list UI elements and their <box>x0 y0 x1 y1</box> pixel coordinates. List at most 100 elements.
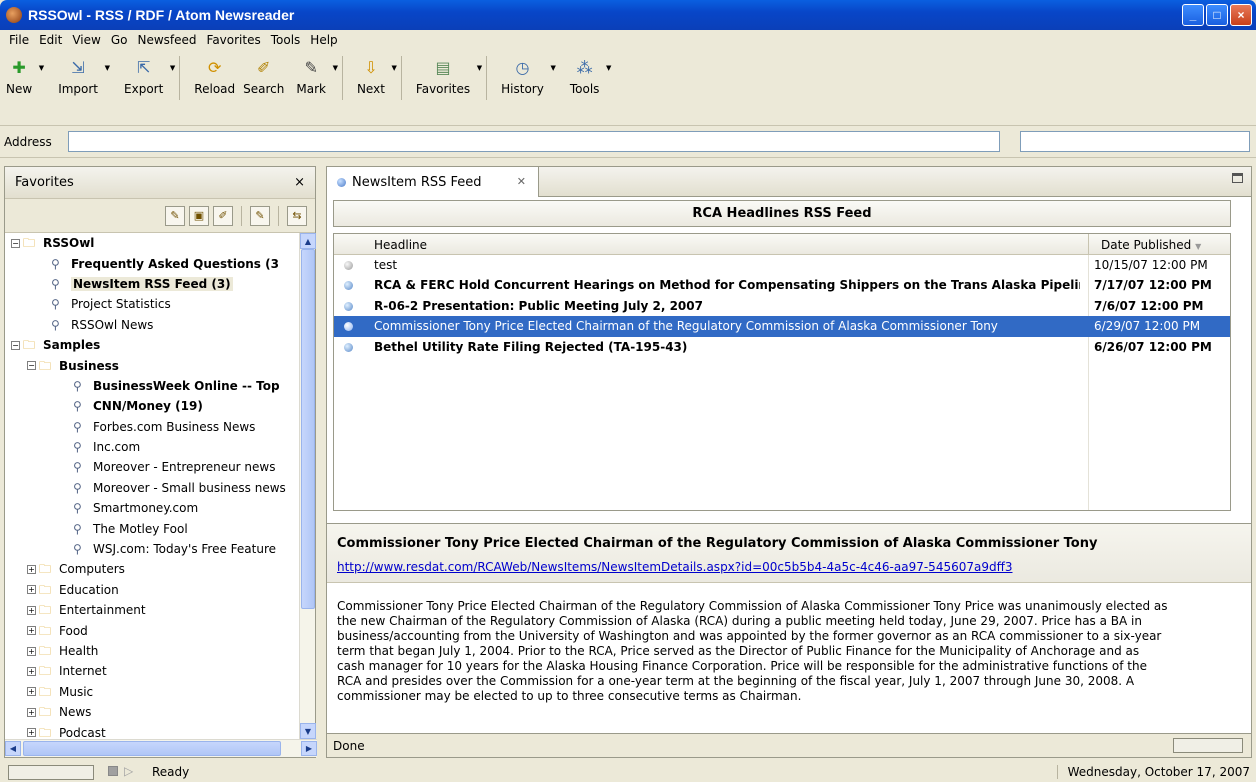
expand-icon[interactable]: + <box>27 646 36 656</box>
address-input[interactable] <box>68 131 1000 152</box>
tree-feed[interactable]: ⚲ Moreover - Entrepreneur news <box>5 457 301 477</box>
expand-icon[interactable]: + <box>27 728 36 738</box>
new-button[interactable]: ✚ New ▼ <box>2 50 44 97</box>
mark-button[interactable]: ✎ Mark ▼ <box>292 50 338 97</box>
tree-feed[interactable]: ⚲ The Motley Fool <box>5 518 301 538</box>
mark-dropdown-icon[interactable]: ▼ <box>333 64 338 72</box>
tree-feed[interactable]: ⚲ Frequently Asked Questions (3 <box>5 253 301 273</box>
menu-newsfeed[interactable]: Newsfeed <box>132 33 201 47</box>
tree-folder[interactable]: − 🗀 Samples <box>5 335 301 355</box>
scrollbar-thumb[interactable] <box>23 741 281 756</box>
tree-folder[interactable]: + 🗀 Podcast <box>5 722 301 739</box>
tab-close-icon[interactable]: ✕ <box>517 175 526 188</box>
menu-tools[interactable]: Tools <box>266 33 306 47</box>
tree-item-label: Moreover - Entrepreneur news <box>93 460 276 475</box>
export-dropdown-icon[interactable]: ▼ <box>170 64 175 72</box>
search-button[interactable]: ✐ Search <box>239 50 288 97</box>
scrollbar-thumb[interactable] <box>301 249 315 609</box>
tree-feed[interactable]: ⚲ BusinessWeek Online -- Top <box>5 376 301 396</box>
expand-icon[interactable]: + <box>27 666 36 676</box>
tree-folder[interactable]: + 🗀 Computers <box>5 559 301 579</box>
collapse-icon[interactable]: − <box>11 340 20 350</box>
new-dropdown-icon[interactable]: ▼ <box>39 64 44 72</box>
menu-file[interactable]: File <box>4 33 34 47</box>
favorites-vertical-scrollbar[interactable]: ▲ ▼ <box>299 233 316 739</box>
menu-favorites[interactable]: Favorites <box>202 33 266 47</box>
new-category-icon[interactable]: ▣ <box>189 205 209 226</box>
expand-icon[interactable]: + <box>27 564 36 574</box>
news-detail-link[interactable]: http://www.resdat.com/RCAWeb/NewsItems/N… <box>337 560 1013 574</box>
favorites-close-icon[interactable]: × <box>294 175 305 190</box>
menu-help[interactable]: Help <box>305 33 342 47</box>
import-button[interactable]: ⇲ Import ▼ <box>54 50 110 97</box>
tree-feed[interactable]: ⚲ CNN/Money (19) <box>5 396 301 416</box>
status-bar: ▷ Ready Wednesday, October 17, 2007 <box>0 762 1256 782</box>
headline-row[interactable]: test 10/15/07 12:00 PM <box>334 255 1230 275</box>
tree-folder[interactable]: + 🗀 Internet <box>5 661 301 681</box>
tree-feed[interactable]: ⚲ Inc.com <box>5 437 301 457</box>
play-icon[interactable]: ▷ <box>124 764 133 778</box>
stop-icon[interactable] <box>108 766 118 776</box>
menu-go[interactable]: Go <box>106 33 133 47</box>
favorites-button[interactable]: ▤ Favorites ▼ <box>412 50 482 97</box>
history-dropdown-icon[interactable]: ▼ <box>550 64 555 72</box>
tree-feed[interactable]: ⚲ WSJ.com: Today's Free Feature <box>5 539 301 559</box>
tree-folder[interactable]: + 🗀 Health <box>5 641 301 661</box>
next-button[interactable]: ⇩ Next ▼ <box>353 50 397 97</box>
favorites-horizontal-scrollbar[interactable]: ◀ ▶ <box>5 739 317 757</box>
new-favorite-icon[interactable]: ✎ <box>165 205 185 226</box>
folder-icon: 🗀 <box>39 623 52 638</box>
import-dropdown-icon[interactable]: ▼ <box>105 64 110 72</box>
tools-button[interactable]: ⁂ Tools ▼ <box>566 50 612 97</box>
mark-favorites-icon[interactable]: ✎ <box>250 205 270 226</box>
tab-newsitem-rss-feed[interactable]: NewsItem RSS Feed ✕ <box>327 167 539 197</box>
collapse-icon[interactable]: − <box>11 238 20 248</box>
tree-feed[interactable]: ⚲ Moreover - Small business news <box>5 478 301 498</box>
headline-row[interactable]: Bethel Utility Rate Filing Rejected (TA-… <box>334 337 1230 357</box>
collapse-icon[interactable]: − <box>27 361 36 371</box>
scroll-up-icon[interactable]: ▲ <box>300 233 316 249</box>
expand-icon[interactable]: + <box>27 687 36 697</box>
headline-row[interactable]: Commissioner Tony Price Elected Chairman… <box>334 316 1230 337</box>
expand-icon[interactable]: + <box>27 605 36 615</box>
favorites-dropdown-icon[interactable]: ▼ <box>477 64 482 72</box>
tree-folder[interactable]: − 🗀 Business <box>5 355 301 375</box>
tree-folder[interactable]: + 🗀 Food <box>5 620 301 640</box>
close-button[interactable]: × <box>1230 4 1252 26</box>
headline-row[interactable]: R-06-2 Presentation: Public Meeting July… <box>334 296 1230 316</box>
tree-item-label: Project Statistics <box>71 297 171 312</box>
expand-icon[interactable]: + <box>27 626 36 636</box>
minimize-button[interactable]: _ <box>1182 4 1204 26</box>
tree-folder[interactable]: − 🗀 RSSOwl <box>5 233 301 253</box>
tree-feed[interactable]: ⚲ NewsItem RSS Feed (3) <box>5 274 301 294</box>
link-with-editor-icon[interactable]: ⇆ <box>287 205 307 226</box>
export-button[interactable]: ⇱ Export ▼ <box>120 50 175 97</box>
tree-feed[interactable]: ⚲ Project Statistics <box>5 294 301 314</box>
menu-view[interactable]: View <box>67 33 105 47</box>
tree-feed[interactable]: ⚲ Forbes.com Business News <box>5 417 301 437</box>
expand-icon[interactable]: + <box>27 707 36 717</box>
reload-button[interactable]: ⟳ Reload <box>190 50 239 97</box>
next-dropdown-icon[interactable]: ▼ <box>392 64 397 72</box>
scroll-right-icon[interactable]: ▶ <box>301 741 317 756</box>
tree-feed[interactable]: ⚲ RSSOwl News <box>5 315 301 335</box>
expand-icon[interactable]: + <box>27 585 36 595</box>
maximize-panel-icon[interactable] <box>1232 173 1243 183</box>
tree-folder[interactable]: + 🗀 Entertainment <box>5 600 301 620</box>
menu-edit[interactable]: Edit <box>34 33 67 47</box>
quick-search-input[interactable] <box>1020 131 1250 152</box>
scroll-down-icon[interactable]: ▼ <box>300 723 316 739</box>
scroll-left-icon[interactable]: ◀ <box>5 741 21 756</box>
headline-column-header[interactable]: Headline <box>374 238 427 252</box>
tree-folder[interactable]: + 🗀 Music <box>5 682 301 702</box>
tree-item-label: The Motley Fool <box>93 521 188 536</box>
search-favorites-icon[interactable]: ✐ <box>213 205 233 226</box>
maximize-button[interactable]: □ <box>1206 4 1228 26</box>
headline-row[interactable]: RCA & FERC Hold Concurrent Hearings on M… <box>334 275 1230 295</box>
tools-dropdown-icon[interactable]: ▼ <box>606 64 611 72</box>
date-column-header[interactable]: Date Published ▼ <box>1088 234 1230 255</box>
history-button[interactable]: ◷ History ▼ <box>497 50 556 97</box>
tree-folder[interactable]: + 🗀 Education <box>5 580 301 600</box>
tree-feed[interactable]: ⚲ Smartmoney.com <box>5 498 301 518</box>
tree-folder[interactable]: + 🗀 News <box>5 702 301 722</box>
